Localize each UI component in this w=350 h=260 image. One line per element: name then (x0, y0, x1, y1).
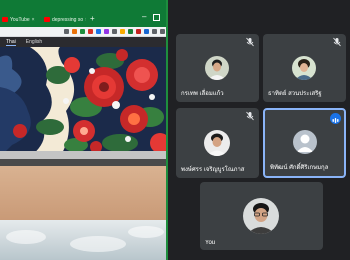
mic-off-icon (246, 37, 254, 47)
extension-icon[interactable] (136, 29, 141, 34)
browser-tab-depressing[interactable]: depressing so × (44, 14, 86, 25)
participant-name: ธาทิตย์ สวนประเสริฐ (268, 91, 322, 97)
youtube-icon (44, 17, 50, 22)
participant-tile-active[interactable]: พิทัฒน์ ศักดิ์ศิริเกษมกุล (263, 108, 346, 178)
content-image (0, 166, 166, 220)
minimize-icon[interactable]: – (142, 13, 146, 21)
floral-banner-image (0, 47, 166, 157)
extension-icon[interactable] (120, 29, 125, 34)
lang-tab-thai[interactable]: Thai (6, 39, 16, 46)
extension-icon[interactable] (112, 29, 117, 34)
maximize-icon[interactable] (153, 14, 160, 21)
shared-screen: YouTube × depressing so × + – Thai Engli… (0, 0, 168, 260)
avatar (204, 130, 230, 156)
extension-icon[interactable] (64, 29, 69, 34)
avatar (292, 56, 316, 80)
speaking-indicator-icon (330, 113, 341, 124)
extension-icon[interactable] (80, 29, 85, 34)
participant-name: กรเทพ เลื่อมแก้ว (181, 91, 224, 97)
mic-off-icon (333, 37, 341, 47)
extension-icon[interactable] (96, 29, 101, 34)
participant-name: พิทัฒน์ ศักดิ์ศิริเกษมกุล (270, 165, 329, 171)
browser-toolbar (0, 27, 166, 37)
self-tile[interactable]: You (200, 182, 323, 250)
new-tab-button[interactable]: + (90, 14, 95, 23)
sky-image (0, 220, 166, 260)
browser-tab-bar: YouTube × depressing so × + – (0, 0, 166, 27)
extension-icon[interactable] (104, 29, 109, 34)
language-switcher: Thai English (0, 37, 166, 47)
extension-icon[interactable] (152, 29, 157, 34)
extension-icon[interactable] (88, 29, 93, 34)
participant-tile[interactable]: กรเทพ เลื่อมแก้ว (176, 34, 259, 102)
tab-close-icon[interactable]: × (32, 17, 35, 23)
tab-close-icon[interactable]: × (85, 17, 86, 23)
extension-icon[interactable] (144, 29, 149, 34)
avatar (205, 56, 229, 80)
lang-tab-english[interactable]: English (26, 39, 42, 45)
menu-icon[interactable] (160, 29, 165, 34)
browser-tab-youtube[interactable]: YouTube × (2, 14, 42, 25)
participant-tile[interactable]: พงษ์ศรร เจริญบูรโณภาส (176, 108, 259, 178)
page-divider (0, 159, 166, 166)
extension-icon[interactable] (128, 29, 133, 34)
participant-name: พงษ์ศรร เจริญบูรโณภาส (181, 167, 245, 173)
page-divider (0, 151, 166, 159)
participant-tile[interactable]: ธาทิตย์ สวนประเสริฐ (263, 34, 346, 102)
tab-label: depressing so (52, 16, 84, 23)
participant-name: You (205, 240, 216, 246)
tab-label: YouTube (10, 16, 30, 23)
youtube-icon (2, 17, 8, 22)
default-avatar-icon (293, 130, 317, 154)
mic-off-icon (246, 111, 254, 121)
avatar (243, 198, 279, 234)
extension-icon[interactable] (72, 29, 77, 34)
